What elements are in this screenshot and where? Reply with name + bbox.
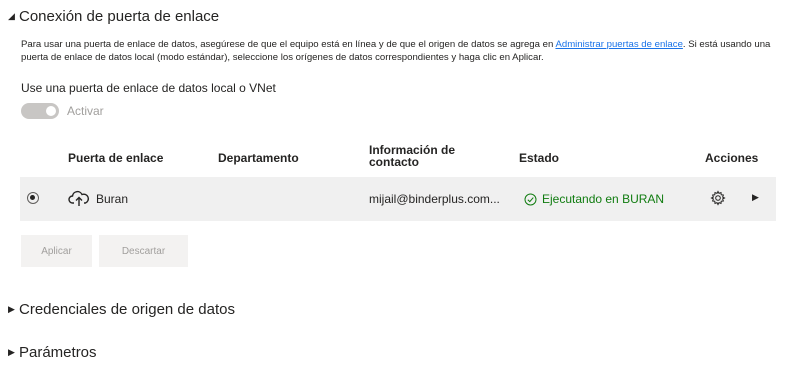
gateway-status-text: Ejecutando en BURAN	[542, 192, 665, 206]
cloud-upload-icon	[68, 190, 90, 206]
gateway-toggle-row: Activar	[21, 103, 104, 119]
collapse-triangle-icon: ◢	[8, 11, 15, 21]
credentials-section-header[interactable]: ▶ Credenciales de origen de datos	[8, 301, 235, 318]
expand-row-icon[interactable]: ▶	[752, 192, 759, 203]
header-status: Estado	[519, 151, 560, 165]
parameters-section-header[interactable]: ▶ Parámetros	[8, 344, 97, 361]
expand-triangle-icon: ▶	[8, 347, 15, 357]
apply-button[interactable]: Aplicar	[21, 235, 92, 267]
manage-gateways-link[interactable]: Administrar puertas de enlace	[555, 39, 682, 50]
gateway-radio[interactable]	[27, 192, 39, 204]
header-gateway: Puerta de enlace	[68, 151, 164, 165]
gateway-toggle-label: Use una puerta de enlace de datos local …	[21, 81, 276, 95]
table-row[interactable]: Buran mijail@binderplus.com... Ejecutand…	[20, 177, 776, 221]
header-actions: Acciones	[705, 151, 759, 165]
header-contact: Información de contacto	[369, 143, 456, 169]
credentials-section-title: Credenciales de origen de datos	[19, 301, 235, 318]
expand-triangle-icon: ▶	[8, 304, 15, 314]
gear-icon[interactable]	[710, 190, 726, 206]
discard-button[interactable]: Descartar	[99, 235, 188, 267]
gateway-status: Ejecutando en BURAN	[524, 192, 664, 206]
gateway-section-header[interactable]: ◢ Conexión de puerta de enlace	[8, 8, 219, 25]
gateway-toggle-text: Activar	[67, 104, 104, 118]
header-department: Departamento	[218, 151, 299, 165]
gateway-description: Para usar una puerta de enlace de datos,…	[21, 39, 771, 63]
check-circle-icon	[524, 193, 537, 205]
gateway-contact: mijail@binderplus.com...	[369, 192, 500, 206]
gateway-name: Buran	[96, 192, 129, 206]
gateway-toggle[interactable]	[21, 103, 59, 119]
gateway-section-title: Conexión de puerta de enlace	[19, 8, 220, 25]
parameters-section-title: Parámetros	[19, 344, 97, 361]
